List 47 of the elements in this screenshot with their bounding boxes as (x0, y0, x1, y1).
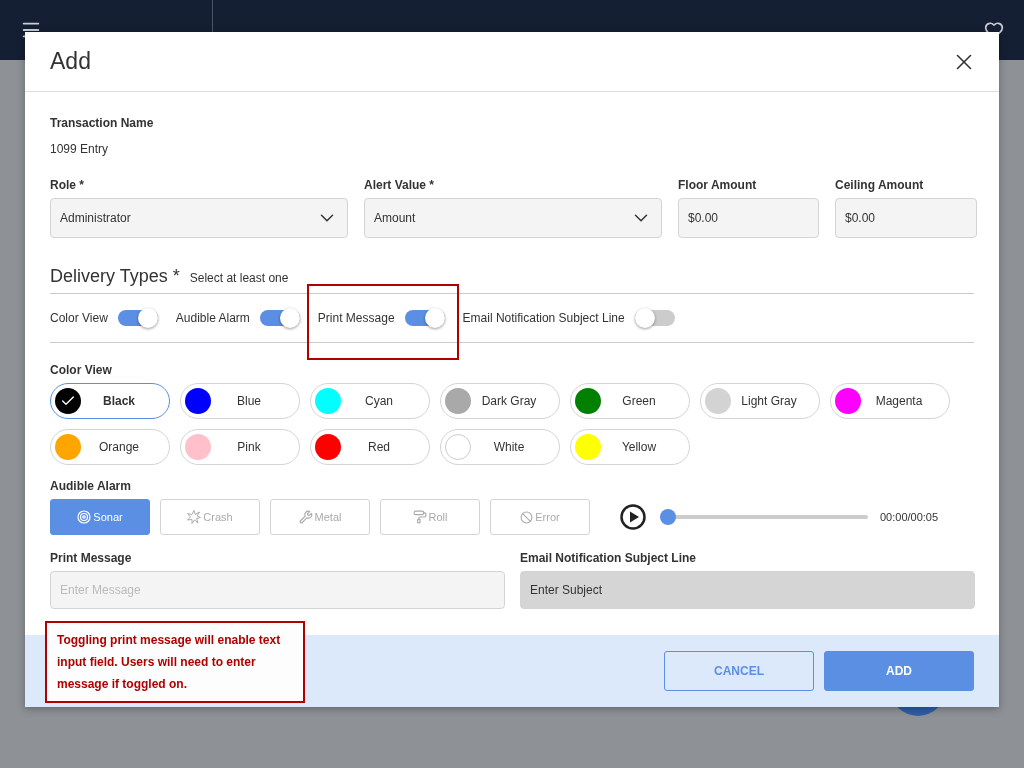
color-option[interactable]: Cyan (310, 383, 430, 419)
field-label: Alert Value * (364, 178, 436, 192)
audio-time: 00:00/00:05 (880, 511, 939, 523)
color-option[interactable]: Magenta (830, 383, 950, 419)
dialog-title: Add (50, 48, 91, 75)
color-option[interactable]: Light Gray (700, 383, 820, 419)
input-field[interactable]: Enter Message (50, 571, 505, 609)
annotation-note: Toggling print message will enable text input field. Users will need to enter message if toggled on. (45, 621, 305, 703)
field-label: Role * (50, 178, 85, 192)
ban-icon (520, 510, 534, 524)
field-label: Transaction Name (50, 116, 155, 130)
field-value: 1099 Entry (50, 142, 110, 156)
toggle-label: Color View (50, 311, 108, 325)
toggle-switch[interactable] (117, 310, 158, 326)
color-option[interactable]: Orange (50, 429, 170, 465)
color-option[interactable]: Yellow (570, 429, 690, 465)
toggle-switch[interactable] (259, 310, 300, 326)
select-field[interactable]: Administrator (50, 198, 348, 238)
toggle-label: Print Message (317, 311, 395, 325)
toggle-switch[interactable] (634, 310, 675, 326)
color-option[interactable]: White (440, 429, 560, 465)
play-icon[interactable] (620, 504, 646, 530)
color-option[interactable]: Red (310, 429, 430, 465)
toggle-label: Audible Alarm (175, 311, 250, 325)
burst-icon (187, 510, 202, 524)
paint-roller-icon (412, 510, 427, 524)
progress-thumb[interactable] (660, 509, 676, 525)
field-label: Email Notification Subject Line (520, 551, 698, 565)
field-label: Floor Amount (678, 178, 758, 192)
color-option[interactable]: Pink (180, 429, 300, 465)
section-title: Delivery Types * (50, 266, 180, 287)
field-label: Ceiling Amount (835, 178, 925, 192)
section-label: Audible Alarm (50, 479, 132, 493)
concentric-circles-icon (77, 510, 92, 524)
color-option[interactable]: Dark Gray (440, 383, 560, 419)
section-hint: Select at least one (189, 271, 289, 285)
section-label: Color View (50, 363, 113, 377)
select-field[interactable]: Amount (364, 198, 662, 238)
color-option[interactable]: Blue (180, 383, 300, 419)
color-option[interactable]: Green (570, 383, 690, 419)
input-field[interactable]: $0.00 (835, 198, 977, 238)
input-field[interactable]: $0.00 (678, 198, 819, 238)
color-option[interactable]: Black (50, 383, 170, 419)
toggle-label: Email Notification Subject Line (462, 311, 625, 325)
toggle-switch[interactable] (404, 310, 445, 326)
field-label: Print Message (50, 551, 133, 565)
wrench-icon (298, 510, 313, 524)
